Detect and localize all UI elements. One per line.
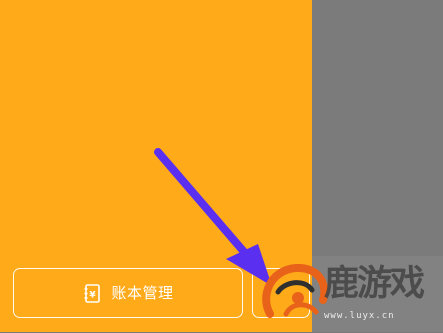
app-panel: ¥ 账本管理 [0, 0, 312, 332]
ledger-management-button[interactable]: ¥ 账本管理 [13, 268, 243, 318]
dimmed-overlay[interactable] [312, 0, 443, 332]
ledger-management-label: 账本管理 [111, 284, 174, 302]
ledger-book-icon: ¥ [82, 283, 103, 304]
svg-text:¥: ¥ [90, 290, 97, 300]
second-action-button[interactable] [252, 268, 310, 318]
overlay-shade [312, 256, 443, 332]
